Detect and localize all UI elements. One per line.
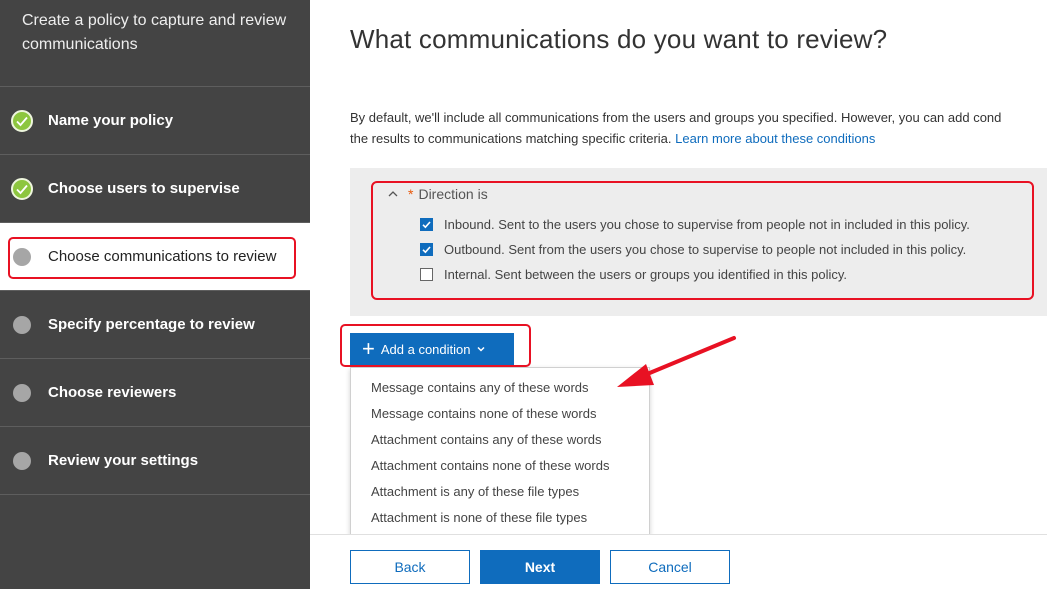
step-label: Review your settings [48, 452, 199, 469]
back-button[interactable]: Back [350, 550, 470, 584]
step-complete-icon [11, 109, 33, 132]
step-label: Specify percentage to review [48, 316, 255, 333]
next-button[interactable]: Next [480, 550, 600, 584]
step-pending-icon [13, 383, 31, 402]
menu-item-attachment-file-types-any[interactable]: Attachment is any of these file types [351, 479, 649, 505]
menu-item-attachment-contains-none[interactable]: Attachment contains none of these words [351, 453, 649, 479]
step-pending-icon [13, 315, 31, 334]
intro-text: By default, we'll include all communicat… [350, 107, 1047, 149]
wizard-sidebar: Create a policy to capture and review co… [0, 0, 310, 589]
learn-more-link[interactable]: Learn more about these conditions [675, 131, 875, 146]
wizard-title: Create a policy to capture and review co… [0, 0, 310, 87]
step-choose-users[interactable]: Choose users to supervise [0, 155, 310, 223]
menu-item-attachment-contains-any[interactable]: Attachment contains any of these words [351, 427, 649, 453]
wizard-footer: Back Next Cancel [310, 534, 1047, 589]
annotation-highlight-add-condition [340, 324, 531, 367]
menu-item-message-contains-any[interactable]: Message contains any of these words [351, 375, 649, 401]
step-choose-reviewers[interactable]: Choose reviewers [0, 359, 310, 427]
step-label: Name your policy [48, 112, 174, 129]
step-label: Choose reviewers [48, 384, 177, 401]
step-pending-icon [13, 451, 31, 470]
step-review-settings[interactable]: Review your settings [0, 427, 310, 495]
step-label: Choose users to supervise [48, 180, 240, 197]
cancel-button[interactable]: Cancel [610, 550, 730, 584]
intro-line-2: the results to communications matching s… [350, 131, 876, 146]
page-title: What communications do you want to revie… [350, 24, 888, 54]
annotation-highlight-current-step [8, 237, 296, 279]
annotation-highlight-direction-panel [371, 181, 1034, 300]
step-name-policy[interactable]: Name your policy [0, 87, 310, 155]
step-specify-percentage[interactable]: Specify percentage to review [0, 291, 310, 359]
menu-item-message-contains-none[interactable]: Message contains none of these words [351, 401, 649, 427]
add-condition-menu: Message contains any of these words Mess… [350, 367, 650, 535]
intro-line-1: By default, we'll include all communicat… [350, 110, 1002, 125]
menu-item-attachment-file-types-none[interactable]: Attachment is none of these file types [351, 505, 649, 531]
step-complete-icon [11, 177, 33, 200]
